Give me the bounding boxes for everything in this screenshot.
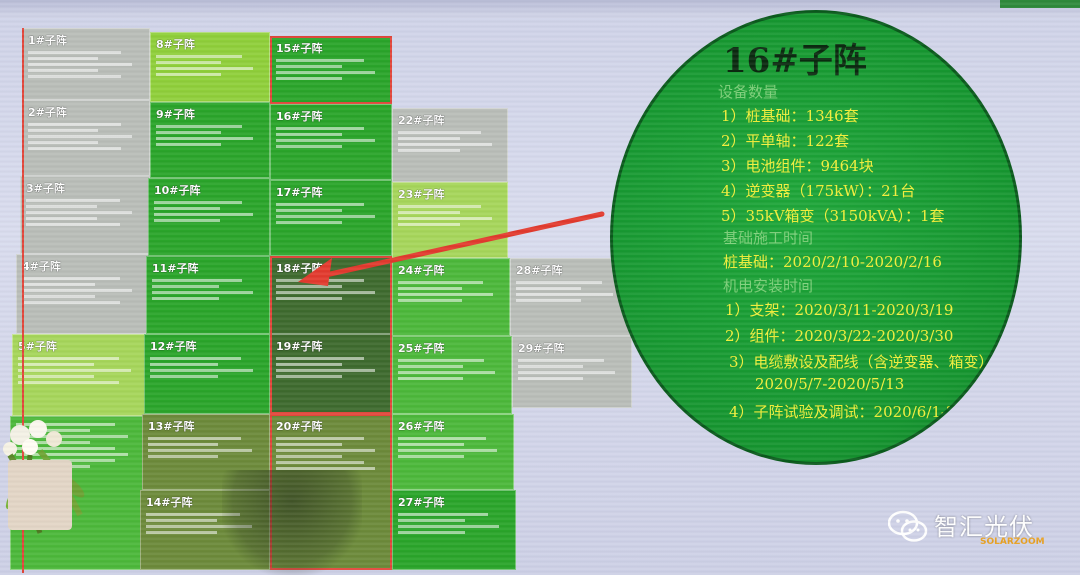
install-item: 2）组件：2020/3/22-2020/3/30 xyxy=(725,327,954,345)
cell-title: 17#子阵 xyxy=(276,186,323,199)
equipment-item: 4）逆变器（175kW）：21台 xyxy=(721,182,916,200)
cell-title: 16#子阵 xyxy=(276,110,323,123)
install-heading: 机电安装时间 xyxy=(723,277,814,295)
subarray-cell: 9#子阵 xyxy=(150,102,270,178)
foundation-heading: 基础施工时间 xyxy=(723,229,814,247)
cell-title: 8#子阵 xyxy=(156,38,195,51)
wechat-icon xyxy=(888,510,928,542)
red-outline-cell xyxy=(270,36,392,104)
cell-title: 27#子阵 xyxy=(398,496,445,509)
cell-title: 9#子阵 xyxy=(156,108,195,121)
audience-silhouette xyxy=(222,470,362,575)
install-item: 1）支架：2020/3/11-2020/3/19 xyxy=(725,301,954,319)
cell-title: 13#子阵 xyxy=(148,420,195,433)
watermark-sub: SOLARZOOM xyxy=(980,537,1045,547)
info-title: 16#子阵 xyxy=(723,41,867,81)
subarray-cell: 29#子阵 xyxy=(512,336,632,408)
subarray-cell: 3#子阵 xyxy=(20,176,150,254)
flower-stand xyxy=(8,460,72,530)
screen-top-edge xyxy=(0,0,1080,18)
subarray-cell: 2#子阵 xyxy=(22,100,150,176)
subarray-cell: 26#子阵 xyxy=(392,414,514,490)
cell-title: 12#子阵 xyxy=(150,340,197,353)
equipment-item: 3）电池组件：9464块 xyxy=(721,157,874,175)
cell-title: 11#子阵 xyxy=(152,262,199,275)
top-green-strip xyxy=(1000,0,1080,8)
red-arrow-icon xyxy=(298,211,605,286)
subarray-cell: 11#子阵 xyxy=(146,256,270,334)
cell-title: 22#子阵 xyxy=(398,114,445,127)
subarray-cell: 22#子阵 xyxy=(392,108,508,182)
cell-title: 10#子阵 xyxy=(154,184,201,197)
equipment-item: 2）平单轴：122套 xyxy=(721,132,850,150)
subarray-cell: 25#子阵 xyxy=(392,336,512,414)
subarray-info-circle: 16#子阵 设备数量 1）桩基础：1346套 2）平单轴：122套 3）电池组件… xyxy=(610,10,1022,465)
subarray-cell: 12#子阵 xyxy=(144,334,270,414)
subarray-cell: 5#子阵 xyxy=(12,334,150,416)
install-item-date: 2020/5/7-2020/5/13 xyxy=(755,375,905,393)
cell-title: 2#子阵 xyxy=(28,106,67,119)
cell-title: 29#子阵 xyxy=(518,342,565,355)
foundation-time: 桩基础：2020/2/10-2020/2/16 xyxy=(723,253,942,271)
subarray-cell-highlighted: 16#子阵 xyxy=(270,104,392,180)
subarray-cell: 8#子阵 xyxy=(150,32,270,102)
subarray-cell: 27#子阵 xyxy=(392,490,516,570)
subarray-cell: 1#子阵 xyxy=(22,28,150,100)
cell-title: 25#子阵 xyxy=(398,342,445,355)
cell-title: 1#子阵 xyxy=(28,34,67,47)
subarray-cell: 10#子阵 xyxy=(148,178,270,256)
cell-title: 26#子阵 xyxy=(398,420,445,433)
wechat-watermark: 智汇光伏 SOLARZOOM xyxy=(888,505,1078,555)
equipment-item: 5）35kV箱变（3150kVA）：1套 xyxy=(721,207,945,225)
equipment-heading: 设备数量 xyxy=(718,83,779,101)
cell-title: 3#子阵 xyxy=(26,182,65,195)
subarray-cell: 4#子阵 xyxy=(16,254,150,334)
install-item: 3）电缆敷设及配线（含逆变器、箱变）： xyxy=(729,353,1002,371)
cell-title: 4#子阵 xyxy=(22,260,61,273)
equipment-item: 1）桩基础：1346套 xyxy=(721,107,859,125)
cell-title: 5#子阵 xyxy=(18,340,57,353)
install-item: 4）子阵试验及调试：2020/6/1-2020/ xyxy=(729,403,990,421)
